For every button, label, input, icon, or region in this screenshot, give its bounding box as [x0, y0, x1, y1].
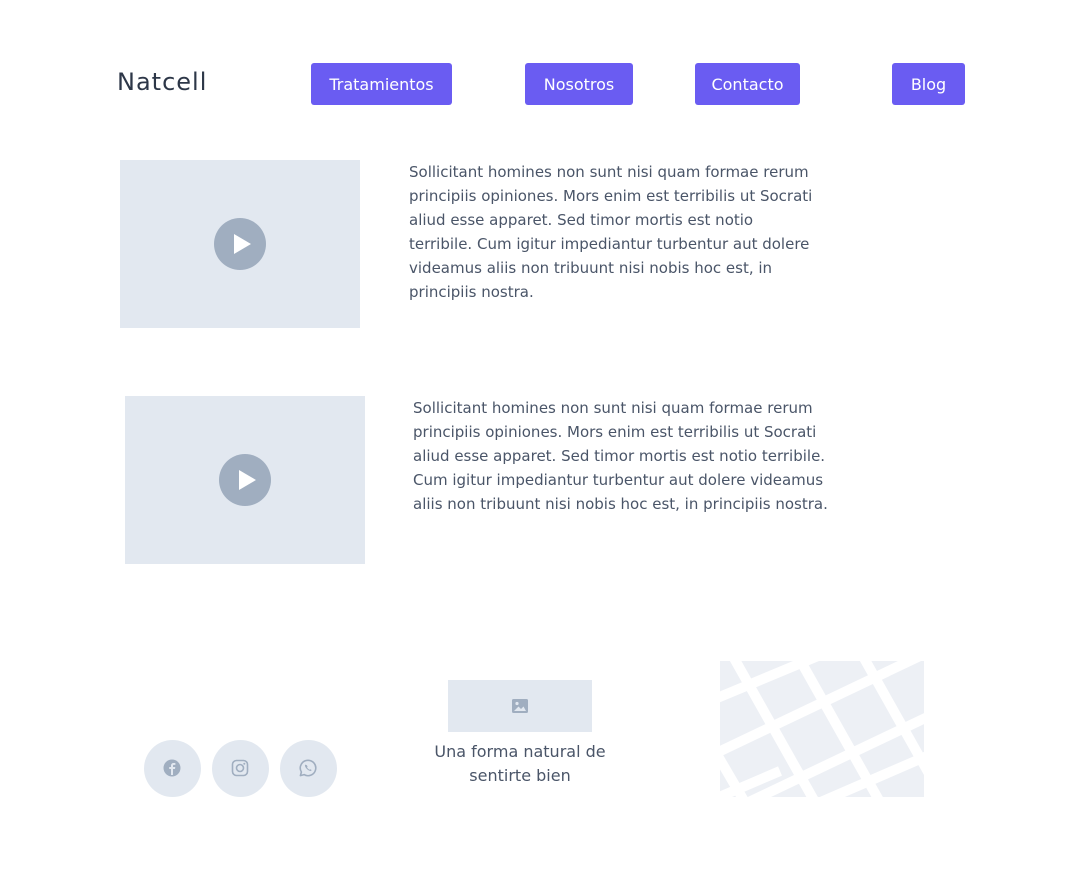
whatsapp-button[interactable]	[280, 740, 337, 797]
play-button[interactable]	[219, 454, 271, 506]
video-placeholder-2	[125, 396, 365, 564]
map[interactable]	[720, 661, 924, 797]
logo[interactable]: Natcell	[117, 68, 207, 96]
instagram-button[interactable]	[212, 740, 269, 797]
section-2-text: Sollicitant homines non sunt nisi quam f…	[413, 399, 828, 513]
map-streets	[720, 661, 924, 797]
facebook-button[interactable]	[144, 740, 201, 797]
nav-button-tratamientos[interactable]: Tratamientos	[311, 63, 452, 105]
facebook-icon	[163, 759, 181, 777]
image-placeholder	[448, 680, 592, 732]
video-placeholder-1	[120, 160, 360, 328]
instagram-icon	[231, 759, 249, 777]
play-icon	[239, 470, 256, 490]
whatsapp-icon	[299, 759, 317, 777]
play-button[interactable]	[214, 218, 266, 270]
nav-button-contacto[interactable]: Contacto	[695, 63, 800, 105]
tagline: Una forma natural de sentirte bien	[434, 742, 606, 785]
nav-button-nosotros[interactable]: Nosotros	[525, 63, 633, 105]
nav-button-blog[interactable]: Blog	[892, 63, 965, 105]
section-1-text: Sollicitant homines non sunt nisi quam f…	[409, 163, 813, 301]
play-icon	[234, 234, 251, 254]
image-icon	[512, 699, 528, 713]
